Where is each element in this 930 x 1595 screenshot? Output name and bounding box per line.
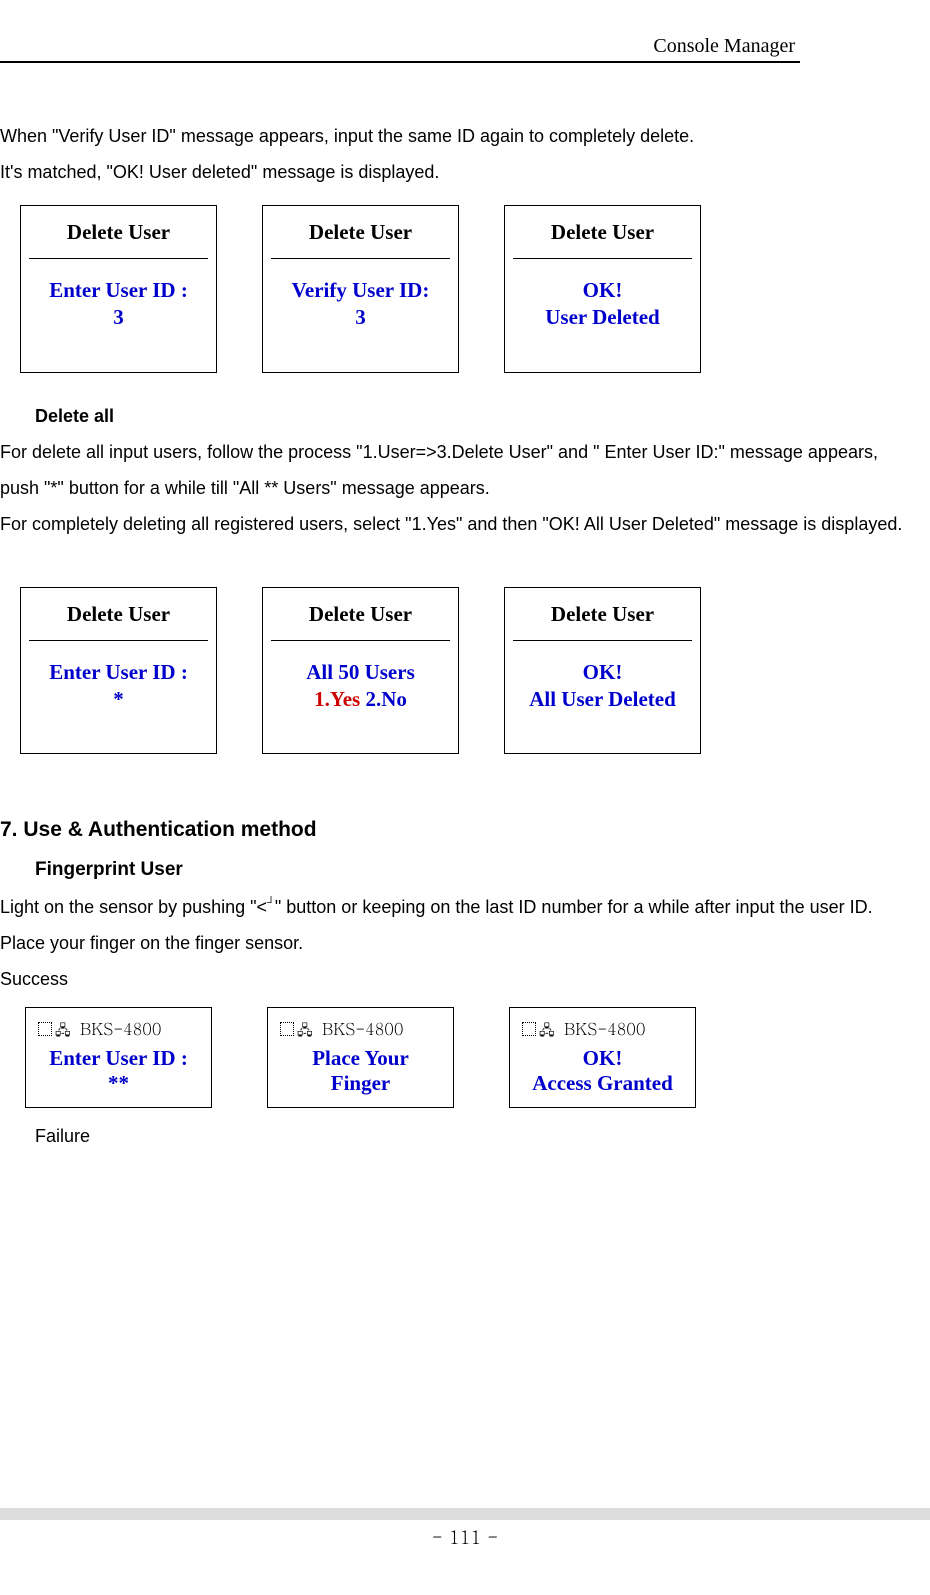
paragraph-3: For delete all input users, follow the p… [0,434,910,506]
screen-title: Delete User [21,206,216,258]
screen-delete-enter: Delete User Enter User ID : 3 [20,205,217,373]
fingerprint-heading: Fingerprint User [35,851,910,889]
screen-title: Delete User [263,588,458,640]
status-icon [38,1022,52,1036]
screen-deleteall-confirm: Delete User All 50 Users 1.Yes 2.No [262,587,459,755]
screen-delete-ok: Delete User OK! User Deleted [504,205,701,373]
small-screen-enter: 🖧 BKS-4800 Enter User ID : ** [25,1007,212,1107]
screen-delete-verify: Delete User Verify User ID: 3 [262,205,459,373]
screens-row-1: Delete User Enter User ID : 3 Delete Use… [20,205,910,373]
screen-title: Delete User [21,588,216,640]
paragraph-7: Success [0,961,910,997]
paragraph-6: Place your finger on the finger sensor. [0,925,910,961]
device-label: 🖧 BKS-4800 [26,1013,211,1045]
paragraph-5: Light on the sensor by pushing "<┘" butt… [0,889,910,925]
small-screen-body: OK! Access Granted [510,1045,695,1096]
header-title: Console Manager [0,20,910,58]
header-divider [0,61,800,63]
section-7-heading: 7. Use & Authentication method [0,809,910,851]
screen-deleteall-ok: Delete User OK! All User Deleted [504,587,701,755]
small-screen-place: 🖧 BKS-4800 Place Your Finger [267,1007,454,1107]
failure-label: Failure [35,1118,910,1154]
screen-title: Delete User [263,206,458,258]
delete-all-heading: Delete all [35,398,910,434]
device-label: 🖧 BKS-4800 [510,1013,695,1045]
small-screen-granted: 🖧 BKS-4800 OK! Access Granted [509,1007,696,1107]
network-icon: 🖧 [539,1015,555,1043]
paragraph-1: When "Verify User ID" message appears, i… [0,118,910,154]
screen-body: All 50 Users 1.Yes 2.No [263,641,458,754]
screen-title: Delete User [505,588,700,640]
status-icon [280,1022,294,1036]
screens-row-2: Delete User Enter User ID : * Delete Use… [20,587,910,755]
small-screens-row: 🖧 BKS-4800 Enter User ID : ** 🖧 BKS-4800… [25,1007,910,1107]
screen-title: Delete User [505,206,700,258]
small-screen-body: Enter User ID : ** [26,1045,211,1096]
paragraph-2: It's matched, "OK! User deleted" message… [0,154,910,190]
page-number: - 111 - [0,1525,930,1550]
network-icon: 🖧 [297,1015,313,1043]
screen-body: Enter User ID : * [21,641,216,754]
network-icon: 🖧 [55,1015,71,1043]
screen-body: OK! User Deleted [505,259,700,372]
screen-body: Verify User ID: 3 [263,259,458,372]
screen-deleteall-enter: Delete User Enter User ID : * [20,587,217,755]
footer-divider [0,1508,930,1520]
page-footer: - 111 - [0,1508,930,1550]
small-screen-body: Place Your Finger [268,1045,453,1096]
device-label: 🖧 BKS-4800 [268,1013,453,1045]
screen-body: OK! All User Deleted [505,641,700,754]
paragraph-4: For completely deleting all registered u… [0,506,910,542]
screen-body: Enter User ID : 3 [21,259,216,372]
status-icon [522,1022,536,1036]
